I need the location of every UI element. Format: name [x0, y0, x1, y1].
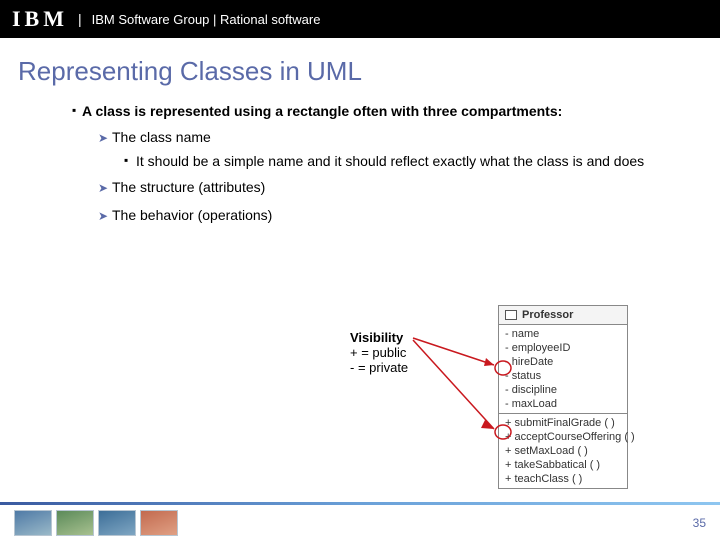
arrow-head-icon	[481, 420, 494, 429]
bullet-1-text: A class is represented using a rectangle…	[82, 103, 562, 119]
ibm-logo: IBM	[12, 6, 68, 32]
footer-thumb	[14, 510, 52, 536]
uml-attr: - hireDate	[499, 355, 627, 369]
uml-op: + setMaxLoad ( )	[499, 444, 627, 458]
slide: IBM | IBM Software Group | Rational soft…	[0, 0, 720, 540]
uml-class-name: Professor	[522, 309, 573, 321]
footer: 35	[0, 502, 720, 540]
uml-operations: + submitFinalGrade ( ) + acceptCourseOff…	[499, 414, 627, 488]
footer-inner: 35	[0, 505, 720, 540]
bullet-marker: ▪	[72, 103, 82, 119]
footer-thumb	[56, 510, 94, 536]
slide-body: ▪ A class is represented using a rectang…	[0, 103, 720, 225]
bullet-2c-text: The behavior (operations)	[112, 207, 272, 225]
visibility-title: Visibility	[350, 330, 408, 345]
topbar: IBM | IBM Software Group | Rational soft…	[0, 0, 720, 38]
bullet-marker: ➤	[98, 207, 112, 225]
uml-attr: - maxLoad	[499, 397, 627, 411]
bullet-marker: ▪	[124, 153, 136, 169]
bullet-2a: ➤ The class name	[98, 129, 680, 147]
bullet-3a-text: It should be a simple name and it should…	[136, 153, 644, 169]
arrow-line	[413, 340, 494, 429]
bullet-marker: ➤	[98, 179, 112, 197]
topbar-separator: |	[78, 11, 82, 27]
bullet-1: ▪ A class is represented using a rectang…	[72, 103, 680, 119]
bullet-2b: ➤ The structure (attributes)	[98, 179, 680, 197]
uml-attr: - name	[499, 327, 627, 341]
visibility-private: - = private	[350, 360, 408, 375]
uml-op: + teachClass ( )	[499, 472, 627, 486]
arrow-head-icon	[484, 358, 494, 366]
class-icon	[505, 310, 517, 320]
slide-title: Representing Classes in UML	[0, 38, 720, 93]
uml-attr: - discipline	[499, 383, 627, 397]
uml-op: + acceptCourseOffering ( )	[499, 430, 627, 444]
bullet-2c: ➤ The behavior (operations)	[98, 207, 680, 225]
uml-op: + takeSabbatical ( )	[499, 458, 627, 472]
bullet-2a-text: The class name	[112, 129, 211, 147]
uml-op: + submitFinalGrade ( )	[499, 416, 627, 430]
bullet-3a: ▪ It should be a simple name and it shou…	[124, 153, 680, 169]
footer-thumb	[140, 510, 178, 536]
page-number: 35	[693, 516, 706, 530]
uml-attributes: - name - employeeID - hireDate - status …	[499, 325, 627, 414]
footer-thumbnails	[14, 510, 178, 536]
bullet-marker: ➤	[98, 129, 112, 147]
uml-class-box: Professor - name - employeeID - hireDate…	[498, 305, 628, 489]
uml-attr: - status	[499, 369, 627, 383]
bullet-2b-text: The structure (attributes)	[112, 179, 265, 197]
uml-attr: - employeeID	[499, 341, 627, 355]
visibility-legend: Visibility + = public - = private	[350, 330, 408, 375]
uml-class-name-row: Professor	[499, 306, 627, 325]
arrow-line	[413, 338, 494, 365]
topbar-text: IBM Software Group | Rational software	[92, 12, 321, 27]
visibility-public: + = public	[350, 345, 408, 360]
footer-thumb	[98, 510, 136, 536]
